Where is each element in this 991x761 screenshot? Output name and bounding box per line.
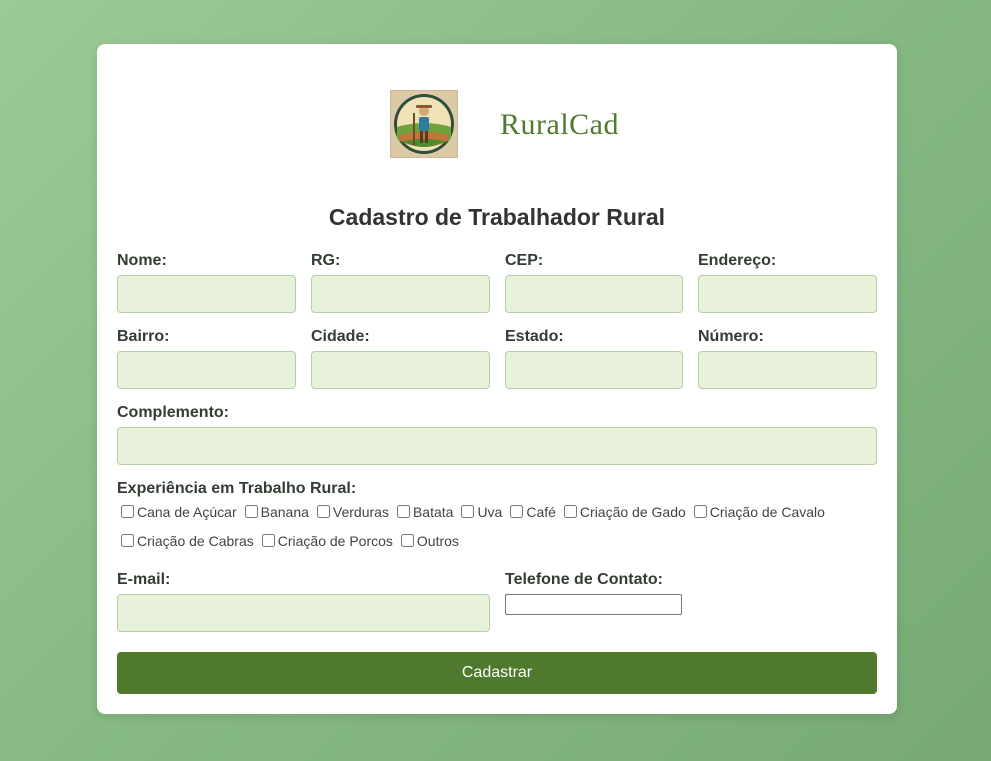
- experience-option[interactable]: Criação de Cabras: [121, 531, 254, 550]
- experience-option[interactable]: Criação de Cavalo: [693, 502, 825, 521]
- cidade-input[interactable]: [311, 351, 490, 389]
- option-label: Criação de Gado: [579, 503, 686, 520]
- checkbox[interactable]: [396, 505, 410, 518]
- farmer-logo-icon: [390, 90, 458, 158]
- experience-option[interactable]: Café: [510, 502, 556, 521]
- estado-label: Estado:: [505, 328, 564, 345]
- checkbox[interactable]: [400, 534, 414, 547]
- experience-option[interactable]: Criação de Porcos: [261, 531, 393, 550]
- experience-option[interactable]: Banana: [244, 502, 309, 521]
- bairro-label: Bairro:: [117, 328, 170, 345]
- experience-option[interactable]: Batata: [396, 502, 454, 521]
- checkbox[interactable]: [261, 534, 275, 547]
- checkbox[interactable]: [693, 505, 707, 518]
- checkbox[interactable]: [563, 505, 577, 518]
- submit-button[interactable]: Cadastrar: [117, 652, 877, 694]
- cep-input[interactable]: [505, 275, 683, 313]
- nome-label: Nome:: [117, 252, 167, 269]
- brand-header: RuralCad: [97, 90, 897, 158]
- telefone-input[interactable]: [505, 594, 682, 615]
- telefone-label: Telefone de Contato:: [505, 571, 663, 588]
- rg-input[interactable]: [311, 275, 490, 313]
- numero-input[interactable]: [698, 351, 877, 389]
- form-title: Cadastro de Trabalhador Rural: [328, 204, 666, 230]
- endereco-label: Endereço:: [698, 252, 777, 269]
- option-label: Outros: [416, 532, 459, 549]
- brand-name: RuralCad: [500, 108, 619, 141]
- checkbox[interactable]: [316, 505, 330, 518]
- cep-label: CEP:: [505, 252, 544, 269]
- option-label: Cana de Açúcar: [137, 503, 237, 520]
- estado-input[interactable]: [505, 351, 683, 389]
- experience-option[interactable]: Uva: [461, 502, 502, 521]
- checkbox[interactable]: [244, 505, 258, 518]
- complemento-label: Complemento:: [117, 404, 229, 421]
- experience-options: Cana de Açúcar Banana Verduras Batata Uv…: [121, 502, 861, 550]
- option-label: Batata: [412, 503, 454, 520]
- complemento-input[interactable]: [117, 427, 877, 465]
- numero-label: Número:: [698, 328, 764, 345]
- email-label: E-mail:: [117, 571, 171, 588]
- bairro-input[interactable]: [117, 351, 296, 389]
- checkbox[interactable]: [510, 505, 524, 518]
- rg-label: RG:: [311, 252, 341, 269]
- checkbox[interactable]: [121, 505, 134, 518]
- registration-card: RuralCad Cadastro de Trabalhador Rural N…: [97, 44, 897, 714]
- checkbox[interactable]: [461, 505, 475, 518]
- option-label: Criação de Cavalo: [709, 503, 825, 520]
- endereco-input[interactable]: [698, 275, 877, 313]
- option-label: Criação de Cabras: [137, 532, 254, 549]
- cidade-label: Cidade:: [311, 328, 370, 345]
- option-label: Café: [526, 503, 556, 520]
- option-label: Banana: [260, 503, 309, 520]
- checkbox[interactable]: [121, 534, 134, 547]
- option-label: Uva: [477, 503, 503, 520]
- experience-option[interactable]: Verduras: [316, 502, 389, 521]
- email-input[interactable]: [117, 594, 490, 632]
- experience-option[interactable]: Criação de Gado: [563, 502, 686, 521]
- experience-option[interactable]: Cana de Açúcar: [121, 502, 237, 521]
- option-label: Verduras: [332, 503, 389, 520]
- option-label: Criação de Porcos: [277, 532, 393, 549]
- experience-label: Experiência em Trabalho Rural:: [117, 480, 357, 497]
- nome-input[interactable]: [117, 275, 296, 313]
- experience-option[interactable]: Outros: [400, 531, 459, 550]
